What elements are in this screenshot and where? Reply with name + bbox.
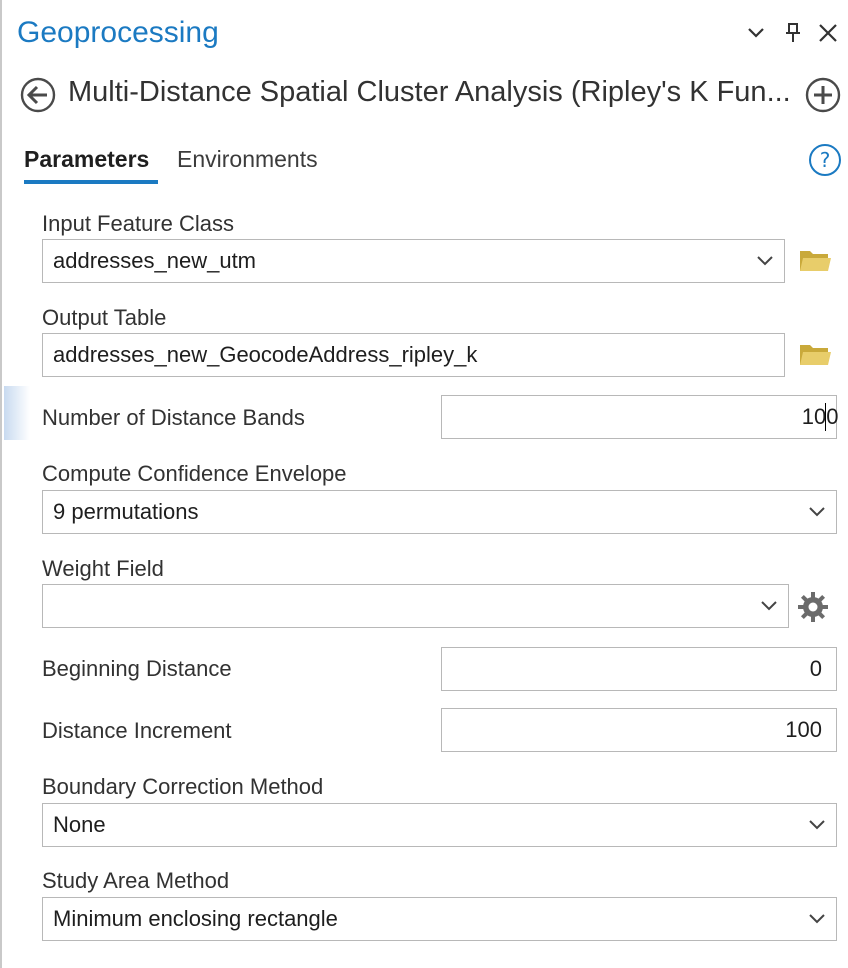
close-button[interactable] — [814, 18, 842, 48]
distance-increment-label: Distance Increment — [42, 718, 232, 743]
browse-output-button[interactable] — [796, 336, 834, 374]
geoprocessing-pane: Geoprocessing Multi-Distance Spatial Clu… — [0, 0, 848, 968]
pane-title: Geoprocessing — [17, 16, 219, 49]
help-icon: ? — [809, 144, 841, 176]
chevron-down-icon — [809, 914, 825, 924]
study-area-method-dropdown[interactable]: Minimum enclosing rectangle — [42, 897, 837, 941]
beginning-distance-label: Beginning Distance — [42, 656, 232, 681]
output-table-label: Output Table — [42, 305, 167, 330]
weight-field-dropdown[interactable] — [42, 584, 789, 628]
distance-bands-label: Number of Distance Bands — [42, 405, 305, 430]
beginning-distance-input[interactable]: 0 — [441, 647, 837, 691]
tool-header: Multi-Distance Spatial Cluster Analysis … — [2, 70, 848, 120]
folder-icon — [800, 345, 831, 365]
distance-increment-value: 100 — [785, 717, 822, 742]
output-table-input[interactable]: addresses_new_GeocodeAddress_ripley_k — [42, 333, 785, 377]
back-arrow-icon — [20, 77, 56, 113]
tab-environments[interactable]: Environments — [177, 146, 318, 173]
pane-titlebar: Geoprocessing — [2, 0, 848, 70]
close-icon — [819, 24, 837, 42]
chevron-down-icon — [809, 507, 825, 517]
tab-parameters[interactable]: Parameters — [24, 146, 149, 173]
text-caret — [824, 403, 826, 431]
pin-icon — [786, 23, 800, 42]
input-feature-class-value: addresses_new_utm — [53, 248, 257, 273]
beginning-distance-value: 0 — [809, 656, 822, 681]
back-button[interactable] — [19, 76, 57, 114]
add-circle-icon — [805, 77, 841, 113]
confidence-envelope-value: 9 permutations — [53, 499, 199, 524]
distance-bands-input[interactable]: 100 — [441, 395, 839, 439]
distance-increment-input[interactable]: 100 — [441, 708, 837, 752]
confidence-envelope-dropdown[interactable]: 9 permutations — [42, 490, 837, 534]
study-area-method-label: Study Area Method — [42, 868, 230, 893]
chevron-down-icon — [761, 601, 777, 611]
study-area-method-value: Minimum enclosing rectangle — [53, 906, 338, 931]
boundary-correction-dropdown[interactable]: None — [42, 803, 837, 847]
active-parameter-marker — [4, 386, 30, 440]
weight-field-settings-button[interactable] — [794, 588, 832, 626]
tool-title: Multi-Distance Spatial Cluster Analysis … — [68, 76, 791, 108]
output-table-value: addresses_new_GeocodeAddress_ripley_k — [53, 342, 478, 367]
svg-text:?: ? — [820, 148, 831, 172]
browse-input-button[interactable] — [796, 242, 834, 280]
pin-button[interactable] — [779, 18, 807, 48]
weight-field-label: Weight Field — [42, 556, 164, 581]
folder-icon — [800, 251, 831, 271]
confidence-envelope-label: Compute Confidence Envelope — [42, 461, 347, 486]
distance-bands-value: 100 — [801, 404, 839, 429]
boundary-correction-label: Boundary Correction Method — [42, 774, 324, 799]
gear-icon — [798, 592, 828, 622]
chevron-down-icon — [809, 820, 825, 830]
input-feature-class-dropdown[interactable]: addresses_new_utm — [42, 239, 785, 283]
chevron-down-icon — [757, 256, 773, 266]
chevron-down-icon — [748, 28, 764, 38]
tab-bar: Parameters Environments ? — [2, 140, 848, 186]
input-feature-class-label: Input Feature Class — [42, 211, 234, 236]
add-button[interactable] — [804, 76, 842, 114]
boundary-correction-value: None — [53, 812, 106, 837]
active-tab-indicator — [24, 180, 158, 184]
pane-menu-button[interactable] — [742, 18, 770, 48]
help-button[interactable]: ? — [807, 142, 843, 178]
